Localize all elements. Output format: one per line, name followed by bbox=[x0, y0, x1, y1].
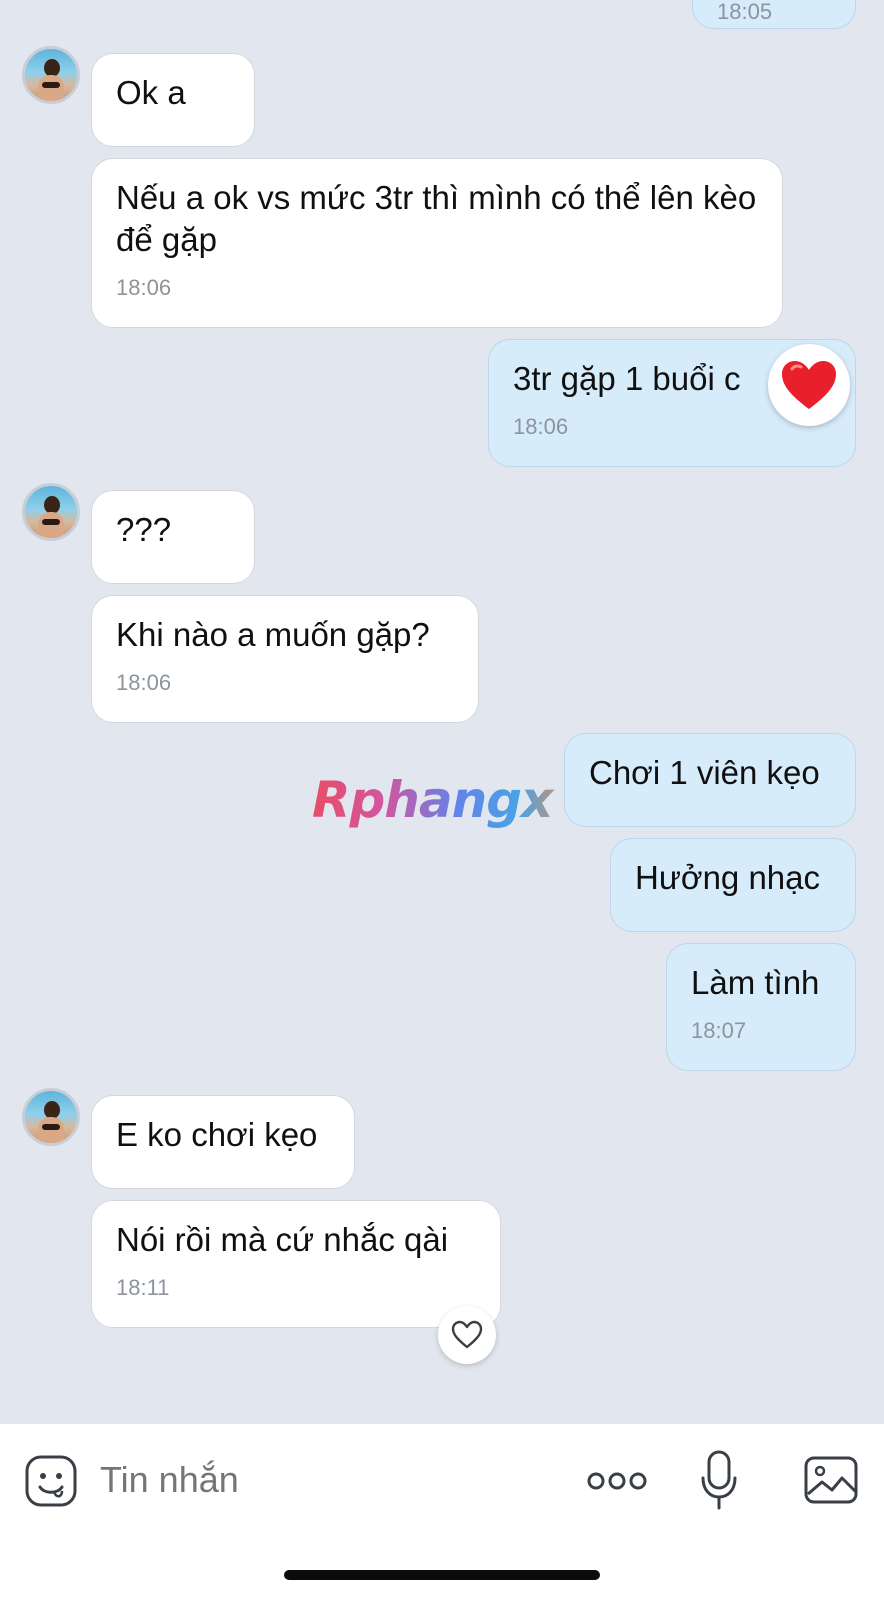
message-bubble-outgoing[interactable]: 18:05 bbox=[692, 0, 856, 29]
heart-icon bbox=[782, 361, 836, 409]
message-bubble-outgoing[interactable]: Chơi 1 viên kẹo bbox=[564, 733, 856, 827]
message-bubble-outgoing[interactable]: Hưởng nhạc bbox=[610, 838, 856, 932]
heart-reaction-badge[interactable] bbox=[768, 344, 850, 426]
message-bubble-incoming[interactable]: Nếu a ok vs mức 3tr thì mình có thể lên … bbox=[91, 158, 783, 328]
react-like-button[interactable] bbox=[438, 1306, 496, 1364]
sticker-button[interactable] bbox=[24, 1454, 78, 1508]
message-time: 18:06 bbox=[116, 670, 172, 695]
message-text: E ko chơi kẹo bbox=[116, 1116, 318, 1153]
message-text: Làm tình bbox=[691, 964, 820, 1001]
more-icon bbox=[587, 1472, 647, 1490]
message-time: 18:06 bbox=[513, 414, 569, 439]
message-text: Nói rồi mà cứ nhắc qài bbox=[116, 1221, 449, 1258]
message-time: 18:05 bbox=[717, 0, 773, 24]
message-bubble-outgoing[interactable]: Làm tình 18:07 bbox=[666, 943, 856, 1071]
voice-record-button[interactable] bbox=[700, 1450, 738, 1512]
more-options-button[interactable] bbox=[586, 1470, 648, 1492]
microphone-icon bbox=[701, 1450, 737, 1510]
message-bubble-incoming[interactable]: ??? bbox=[91, 490, 255, 584]
message-text: Chơi 1 viên kẹo bbox=[589, 754, 820, 791]
home-indicator[interactable] bbox=[284, 1570, 600, 1580]
contact-avatar[interactable] bbox=[22, 483, 80, 541]
message-bubble-incoming[interactable]: Ok a bbox=[91, 53, 255, 147]
message-text: 3tr gặp 1 buổi c bbox=[513, 360, 741, 397]
message-text: Khi nào a muốn gặp? bbox=[116, 616, 430, 653]
message-text: Ok a bbox=[116, 74, 186, 111]
message-text: Nếu a ok vs mức 3tr thì mình có thể lên … bbox=[116, 179, 757, 258]
message-text: Hưởng nhạc bbox=[635, 859, 820, 896]
message-text: ??? bbox=[116, 511, 172, 548]
chat-area[interactable]: 18:05 Ok a Nếu a ok vs mức 3tr thì mình … bbox=[0, 0, 884, 1424]
message-input[interactable] bbox=[100, 1458, 540, 1502]
message-bubble-incoming[interactable]: E ko chơi kẹo bbox=[91, 1095, 355, 1189]
heart-outline-icon bbox=[451, 1320, 483, 1349]
sticker-icon bbox=[25, 1455, 77, 1507]
watermark-logo: Rphangx bbox=[312, 770, 572, 830]
contact-avatar[interactable] bbox=[22, 46, 80, 104]
message-bubble-incoming[interactable]: Nói rồi mà cứ nhắc qài 18:11 bbox=[91, 1200, 501, 1328]
message-time: 18:11 bbox=[116, 1275, 170, 1300]
image-icon bbox=[804, 1456, 858, 1504]
message-time: 18:07 bbox=[691, 1018, 747, 1043]
message-time: 18:06 bbox=[116, 275, 172, 300]
gallery-button[interactable] bbox=[804, 1456, 858, 1504]
message-bubble-incoming[interactable]: Khi nào a muốn gặp? 18:06 bbox=[91, 595, 479, 723]
contact-avatar[interactable] bbox=[22, 1088, 80, 1146]
